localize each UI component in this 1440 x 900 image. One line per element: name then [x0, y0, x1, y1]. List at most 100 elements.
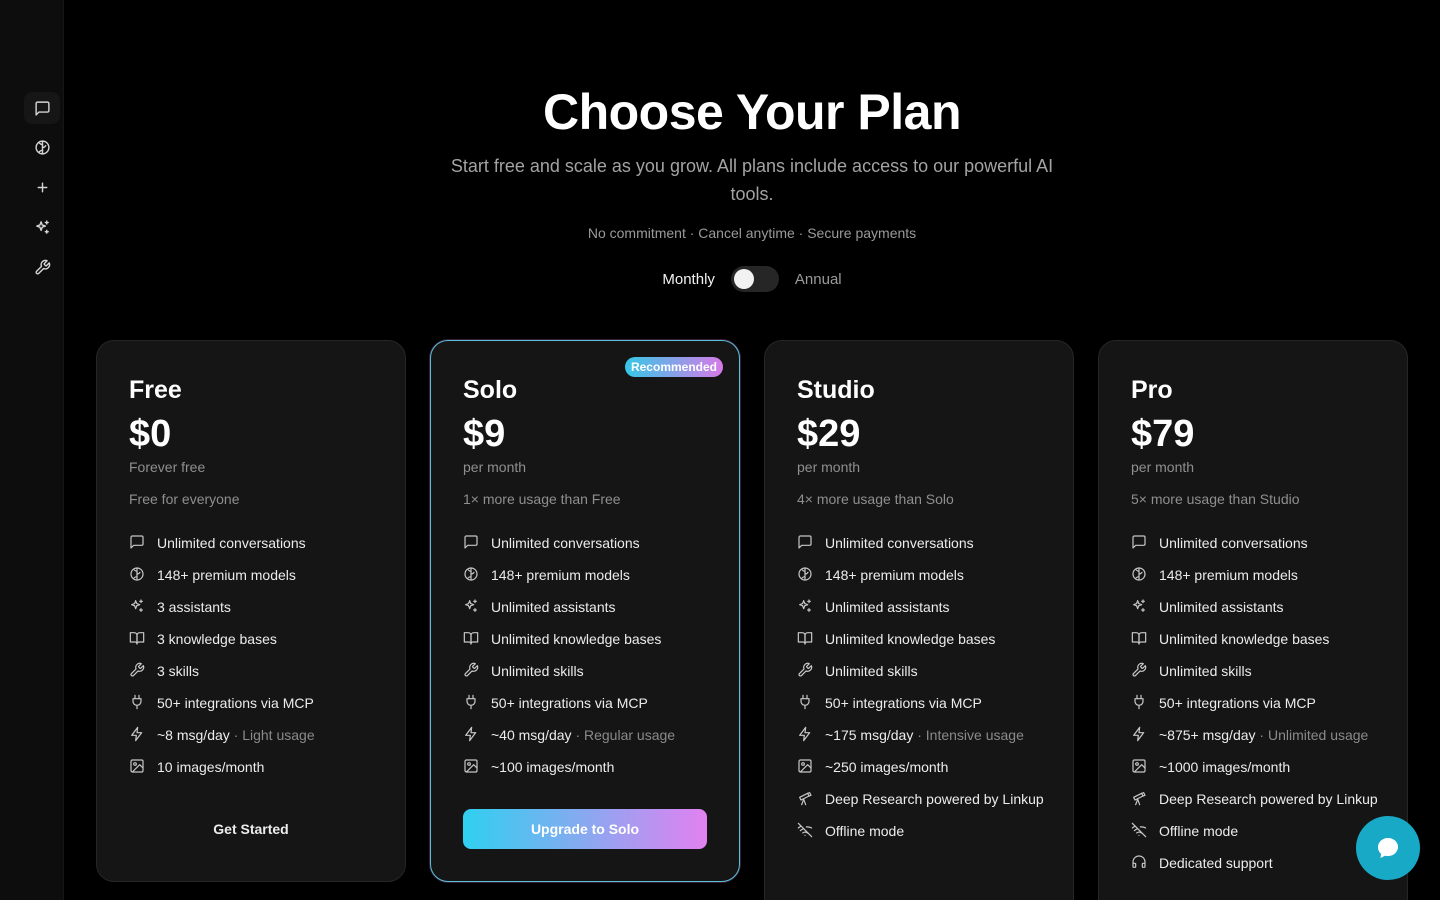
plan-price: $79	[1131, 413, 1195, 455]
feature-item: 3 knowledge bases	[129, 629, 389, 649]
wrench-icon	[798, 662, 813, 677]
feature-item: 50+ integrations via MCP	[1131, 693, 1391, 713]
telescope-icon	[1133, 792, 1146, 806]
feature-item: 148+ premium models	[1131, 565, 1391, 585]
chat-bubble-icon	[1378, 838, 1398, 858]
feature-label: 50+ integrations via MCP	[1159, 695, 1316, 711]
feature-text: Offline mode	[1159, 821, 1238, 841]
feature-label: ~100 images/month	[491, 759, 615, 775]
feature-item: Dedicated support	[1131, 853, 1391, 873]
plan-tagline: 5× more usage than Studio	[1131, 491, 1300, 507]
billing-toggle[interactable]	[730, 266, 779, 292]
chat-icon	[798, 535, 812, 549]
sidebar-chat-button[interactable]	[24, 92, 60, 124]
feature-text: Unlimited knowledge bases	[825, 629, 995, 649]
feature-item: 3 assistants	[129, 597, 389, 617]
wifi-off-icon	[797, 822, 813, 838]
plan-card-pro: Pro $79 per month 5× more usage than Stu…	[1098, 340, 1408, 900]
wrench-icon	[34, 259, 50, 275]
sparkles-icon	[465, 599, 477, 612]
wrench-icon	[130, 662, 145, 677]
feature-label: 148+ premium models	[157, 567, 296, 583]
feature-item: Unlimited knowledge bases	[463, 629, 723, 649]
chat-icon	[1132, 535, 1146, 549]
plan-price: $0	[129, 413, 172, 455]
feature-label: 50+ integrations via MCP	[825, 695, 982, 711]
plan-period: per month	[1131, 459, 1195, 475]
feature-text: ~1000 images/month	[1159, 757, 1290, 777]
feature-item: 10 images/month	[129, 757, 389, 777]
image-icon	[798, 759, 812, 773]
sidebar-new-button[interactable]	[22, 167, 62, 207]
feature-label: Unlimited knowledge bases	[1159, 631, 1330, 647]
feature-text: Dedicated support	[1159, 853, 1273, 873]
feature-label: ~40 msg/day	[491, 727, 572, 743]
sidebar-assistants-button[interactable]	[22, 207, 62, 247]
get-started-button[interactable]: Get Started	[129, 809, 373, 849]
feature-list: Unlimited conversations 148+ premium mode…	[129, 533, 389, 789]
feature-item: ~1000 images/month	[1131, 757, 1391, 777]
feature-item: 50+ integrations via MCP	[463, 693, 723, 713]
plug-icon	[800, 694, 810, 710]
page-title: Choose Your Plan	[542, 84, 962, 140]
monthly-label[interactable]: Monthly	[662, 271, 715, 288]
feature-item: 3 skills	[129, 661, 389, 681]
feature-text: 148+ premium models	[1159, 565, 1298, 585]
feature-text: 148+ premium models	[157, 565, 296, 585]
feature-label: 10 images/month	[157, 759, 265, 775]
chat-icon	[464, 535, 478, 549]
plan-tagline: Free for everyone	[129, 491, 240, 507]
feature-label: 50+ integrations via MCP	[157, 695, 314, 711]
feature-label: Dedicated support	[1159, 855, 1273, 871]
feature-item: ~100 images/month	[463, 757, 723, 777]
feature-label: ~250 images/month	[825, 759, 949, 775]
plan-period: per month	[463, 459, 527, 475]
sidebar-models-button[interactable]	[22, 127, 62, 167]
feature-label: Unlimited skills	[491, 663, 584, 679]
plan-name: Studio	[797, 376, 875, 404]
plan-period: per month	[797, 459, 861, 475]
bolt-icon	[799, 726, 811, 742]
feature-item: Unlimited knowledge bases	[1131, 629, 1391, 649]
feature-text: Unlimited skills	[491, 661, 584, 681]
toggle-knob	[733, 269, 754, 289]
bolt-icon	[1133, 726, 1145, 742]
feature-text: 3 skills	[157, 661, 199, 681]
feature-text: Unlimited conversations	[1159, 533, 1308, 553]
feature-item: ~8 msg/day · Light usage	[129, 725, 389, 745]
feature-item: 50+ integrations via MCP	[129, 693, 389, 713]
chat-icon	[130, 535, 144, 549]
feature-list: Unlimited conversations 148+ premium mode…	[797, 533, 1057, 853]
plug-icon	[466, 694, 476, 710]
feature-label: ~8 msg/day	[157, 727, 230, 743]
plan-tagline: 4× more usage than Solo	[797, 491, 954, 507]
feature-text: ~100 images/month	[491, 757, 614, 777]
feature-text: ~8 msg/day · Light usage	[157, 725, 315, 745]
models-icon	[798, 567, 812, 581]
sparkles-icon	[1133, 599, 1145, 612]
feature-label: 50+ integrations via MCP	[491, 695, 648, 711]
models-icon	[34, 139, 50, 155]
feature-text: ~175 msg/day · Intensive usage	[825, 725, 1024, 745]
bolt-icon	[465, 726, 477, 742]
models-icon	[464, 567, 478, 581]
feature-item: ~250 images/month	[797, 757, 1057, 777]
feature-item: Offline mode	[797, 821, 1057, 841]
feature-item: 148+ premium models	[797, 565, 1057, 585]
sidebar	[0, 0, 64, 900]
plan-card-free: Free $0 Forever free Free for everyone U…	[96, 340, 406, 882]
feature-text: 3 knowledge bases	[157, 629, 277, 649]
chat-launcher-button[interactable]	[1356, 816, 1420, 880]
upgrade-to-solo-button[interactable]: Upgrade to Solo	[463, 809, 707, 849]
feature-item: 50+ integrations via MCP	[797, 693, 1057, 713]
feature-item: 148+ premium models	[463, 565, 723, 585]
annual-label[interactable]: Annual	[795, 271, 842, 288]
plug-icon	[1134, 694, 1144, 710]
feature-label: Unlimited knowledge bases	[491, 631, 662, 647]
sidebar-skills-button[interactable]	[22, 247, 62, 287]
feature-text: 50+ integrations via MCP	[157, 693, 314, 713]
feature-text: 50+ integrations via MCP	[825, 693, 982, 713]
feature-label: 148+ premium models	[1159, 567, 1298, 583]
sparkles-icon	[35, 219, 49, 234]
book-icon	[463, 632, 479, 645]
